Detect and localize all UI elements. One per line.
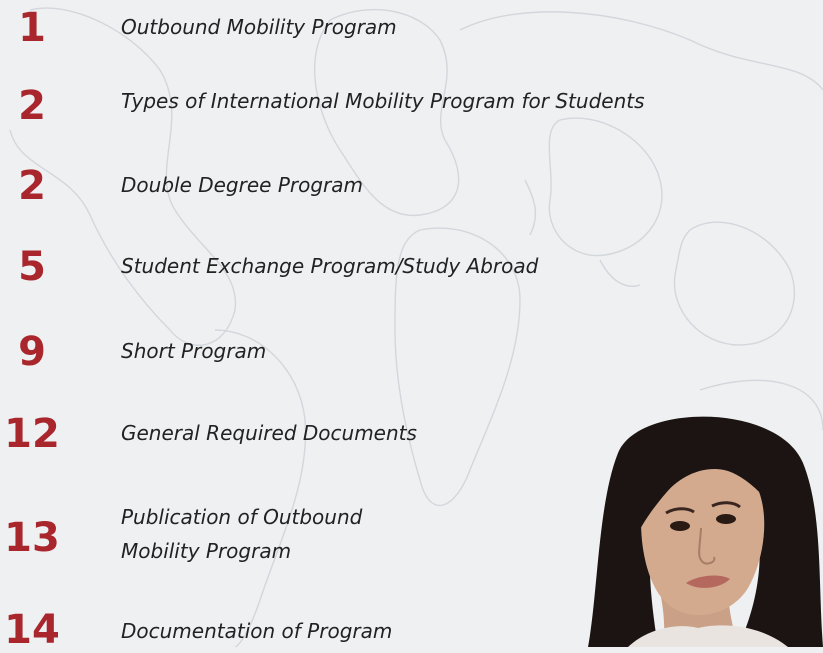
toc-page-number: 14 (4, 607, 60, 653)
toc-page-number: 2 (18, 83, 46, 129)
toc-entry-title: Outbound Mobility Program (121, 15, 397, 39)
toc-page-number: 9 (18, 329, 46, 375)
toc-entry-title: Documentation of Program (121, 619, 393, 643)
toc-page-number: 1 (18, 5, 46, 51)
toc-entry-title: Double Degree Program (121, 173, 363, 197)
toc-entry-title: Publication of Outbound Mobility Program (121, 505, 363, 563)
toc-page-number: 13 (4, 515, 60, 561)
toc-entry-title: Student Exchange Program/Study Abroad (121, 254, 539, 278)
toc-entry-title: Types of International Mobility Program … (121, 89, 645, 113)
toc-entry-title: Short Program (121, 339, 267, 363)
toc-page-number: 2 (18, 163, 46, 209)
toc-page-number: 12 (4, 411, 60, 457)
toc-page-number: 5 (18, 244, 46, 290)
toc-entry-title: General Required Documents (121, 421, 417, 445)
student-photo (588, 413, 823, 647)
